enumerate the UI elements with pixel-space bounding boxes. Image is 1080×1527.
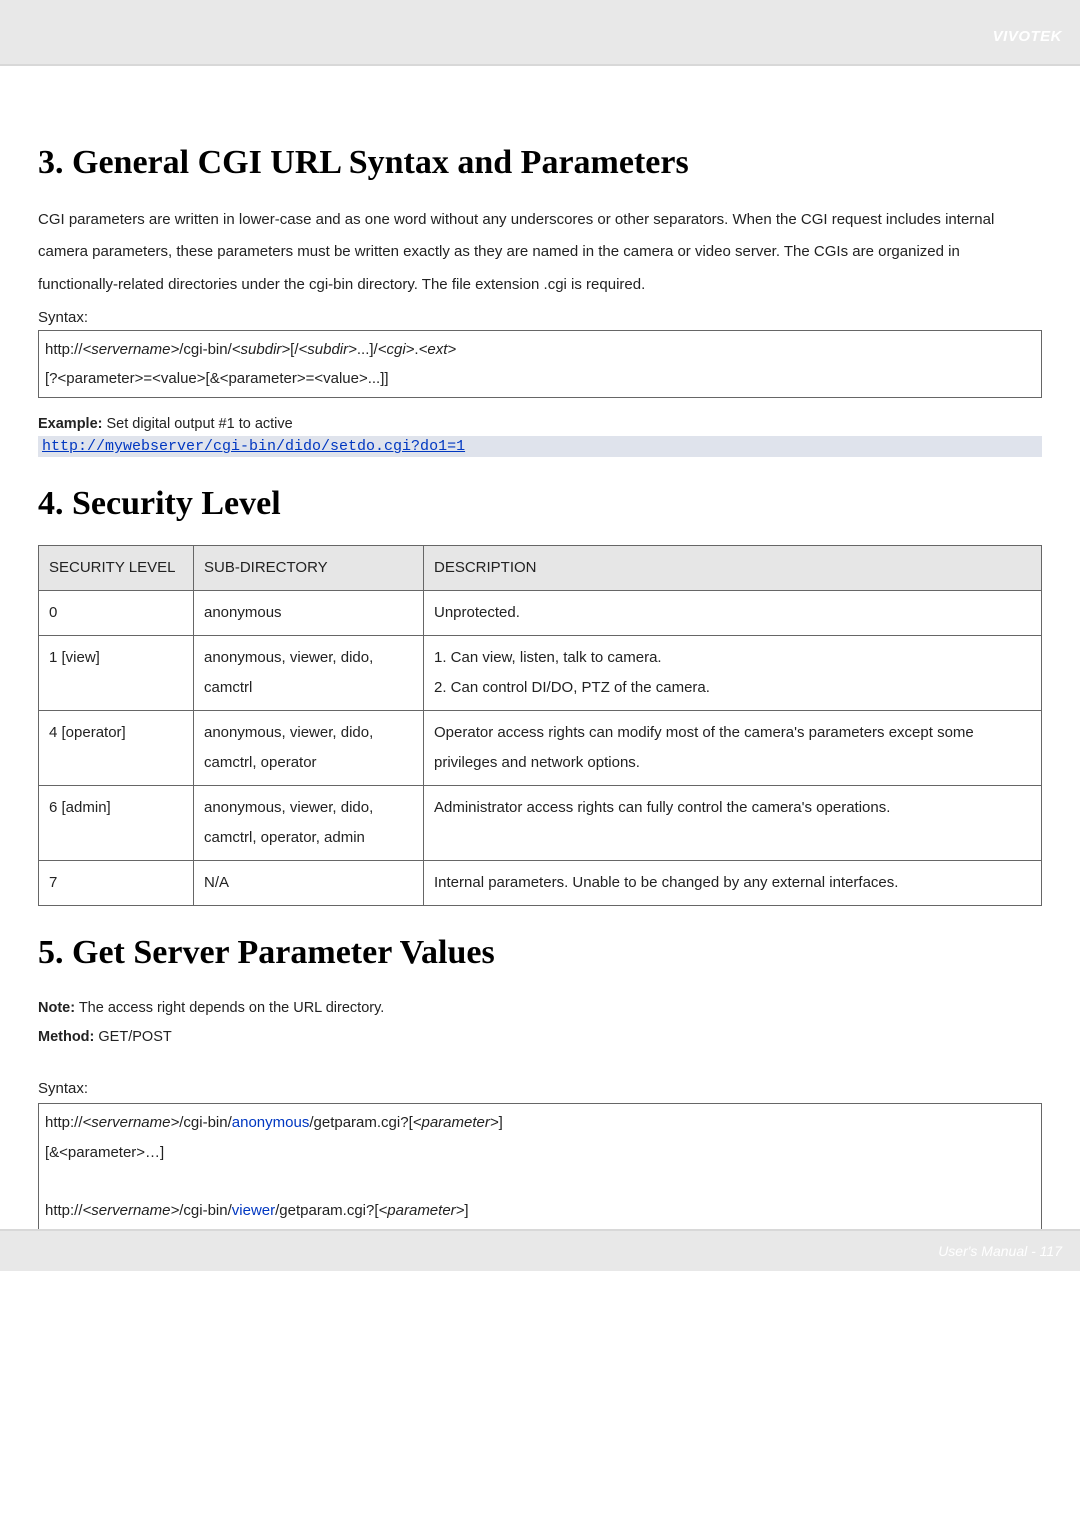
cell: N/A <box>194 861 424 906</box>
cell: anonymous <box>194 591 424 636</box>
footer-text: User's Manual - 117 <box>938 1243 1062 1259</box>
col-sub-directory: SUB-DIRECTORY <box>194 546 424 591</box>
section-4-title: 4. Security Level <box>38 485 1042 523</box>
brand-text: VIVOTEK <box>993 28 1062 45</box>
text: /getparam.cgi?[ <box>309 1114 412 1131</box>
syntax-label: Syntax: <box>38 309 1042 326</box>
text: http:// <box>45 341 83 358</box>
note-text: The access right depends on the URL dire… <box>75 1000 384 1016</box>
syntax-box-1: http://<servername>/cgi-bin/<subdir>[/<s… <box>38 330 1042 399</box>
syntax2-line-2: [&<parameter>…] <box>45 1138 1035 1167</box>
text: /getparam.cgi?[ <box>275 1202 378 1219</box>
cell: 6 [admin] <box>39 786 194 861</box>
section-5-title: 5. Get Server Parameter Values <box>38 934 1042 972</box>
syntax-label-2: Syntax: <box>38 1080 1042 1097</box>
syntax2-line-3: http://<servername>/cgi-bin/viewer/getpa… <box>45 1196 1035 1225</box>
syntax-line-1: http://<servername>/cgi-bin/<subdir>[/<s… <box>45 335 1035 364</box>
table-row: 0 anonymous Unprotected. <box>39 591 1042 636</box>
cell: anonymous, viewer, dido, camctrl, operat… <box>194 711 424 786</box>
text: http:// <box>45 1202 83 1219</box>
table-header-row: SECURITY LEVEL SUB-DIRECTORY DESCRIPTION <box>39 546 1042 591</box>
cell: Operator access rights can modify most o… <box>424 711 1042 786</box>
syntax2-line-1: http://<servername>/cgi-bin/anonymous/ge… <box>45 1108 1035 1137</box>
security-level-table: SECURITY LEVEL SUB-DIRECTORY DESCRIPTION… <box>38 545 1042 906</box>
example-line: Example: Set digital output #1 to active <box>38 416 1042 432</box>
table-row: 6 [admin] anonymous, viewer, dido, camct… <box>39 786 1042 861</box>
cell: 1. Can view, listen, talk to camera. 2. … <box>424 636 1042 711</box>
placeholder: <servername> <box>83 341 180 358</box>
placeholder: <servername> <box>83 1114 180 1131</box>
section-3-title: 3. General CGI URL Syntax and Parameters <box>38 144 1042 182</box>
placeholder: <servername> <box>83 1202 180 1219</box>
text: [/ <box>290 341 298 358</box>
cell: 7 <box>39 861 194 906</box>
placeholder: <parameter> <box>379 1202 465 1219</box>
placeholder: <subdir> <box>299 341 357 358</box>
cell: Administrator access rights can fully co… <box>424 786 1042 861</box>
syntax-line-2: [?<parameter>=<value>[&<parameter>=<valu… <box>45 364 1035 393</box>
table-row: 1 [view] anonymous, viewer, dido, camctr… <box>39 636 1042 711</box>
cell: Internal parameters. Unable to be change… <box>424 861 1042 906</box>
cell: 4 [operator] <box>39 711 194 786</box>
example-text: Set digital output #1 to active <box>102 416 292 432</box>
text: /cgi-bin/ <box>179 341 232 358</box>
example-label: Example: <box>38 416 102 432</box>
placeholder: <subdir> <box>232 341 290 358</box>
syntax2-blank <box>45 1167 1035 1196</box>
col-description: DESCRIPTION <box>424 546 1042 591</box>
method-text: GET/POST <box>94 1029 171 1045</box>
text: ] <box>499 1114 503 1131</box>
text: http:// <box>45 1114 83 1131</box>
text: ] <box>464 1202 468 1219</box>
syntax-box-2: http://<servername>/cgi-bin/anonymous/ge… <box>38 1103 1042 1229</box>
note-block: Note: The access right depends on the UR… <box>38 994 1042 1052</box>
cell: 1 [view] <box>39 636 194 711</box>
cell: anonymous, viewer, dido, camctrl <box>194 636 424 711</box>
section-3-paragraph: CGI parameters are written in lower-case… <box>38 204 1042 301</box>
note-label: Note: <box>38 1000 75 1016</box>
cell: 0 <box>39 591 194 636</box>
text: ...]/ <box>357 341 378 358</box>
footer-bar: User's Manual - 117 <box>0 1229 1080 1271</box>
page-content: 3. General CGI URL Syntax and Parameters… <box>0 66 1080 1229</box>
method-label: Method: <box>38 1029 94 1045</box>
table-row: 4 [operator] anonymous, viewer, dido, ca… <box>39 711 1042 786</box>
cell: Unprotected. <box>424 591 1042 636</box>
placeholder: <parameter> <box>413 1114 499 1131</box>
example-url-link[interactable]: http://mywebserver/cgi-bin/dido/setdo.cg… <box>38 436 1042 457</box>
placeholder: <ext> <box>419 341 457 358</box>
table-row: 7 N/A Internal parameters. Unable to be … <box>39 861 1042 906</box>
col-security-level: SECURITY LEVEL <box>39 546 194 591</box>
cell: anonymous, viewer, dido, camctrl, operat… <box>194 786 424 861</box>
header-bar: VIVOTEK <box>0 0 1080 66</box>
role: viewer <box>232 1202 275 1219</box>
text: /cgi-bin/ <box>179 1202 232 1219</box>
placeholder: <cgi> <box>378 341 415 358</box>
role: anonymous <box>232 1114 310 1131</box>
text: /cgi-bin/ <box>179 1114 232 1131</box>
